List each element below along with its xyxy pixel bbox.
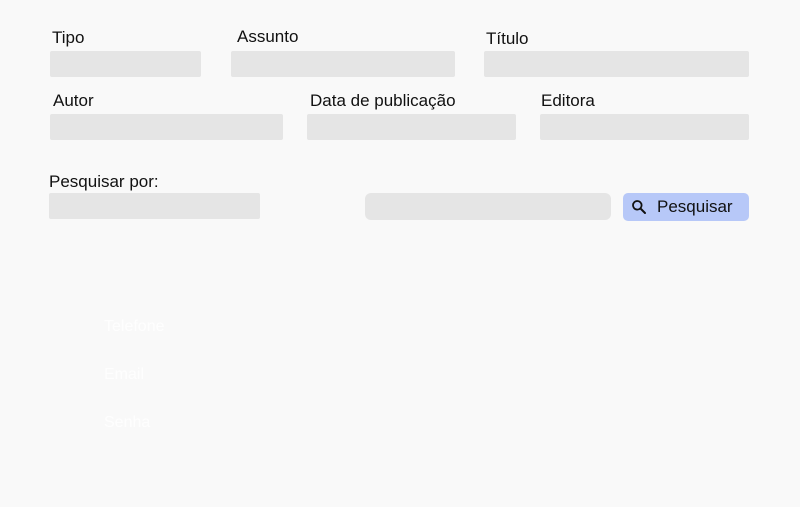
search-button[interactable]: Pesquisar <box>623 193 749 221</box>
editora-label: Editora <box>541 91 595 110</box>
search-by-label: Pesquisar por: <box>49 172 159 191</box>
data-publicacao-label: Data de publicação <box>310 91 456 110</box>
assunto-field[interactable] <box>231 51 455 77</box>
senha-label: Senha <box>104 414 151 431</box>
editora-field[interactable] <box>540 114 749 140</box>
autor-field[interactable] <box>50 114 283 140</box>
autor-label: Autor <box>53 91 94 110</box>
email-label: Email <box>104 366 145 383</box>
search-input[interactable] <box>365 193 611 220</box>
search-button-label: Pesquisar <box>657 197 733 216</box>
tipo-field[interactable] <box>50 51 201 77</box>
search-by-field[interactable] <box>49 193 260 219</box>
data-publicacao-field[interactable] <box>307 114 516 140</box>
titulo-label: Título <box>486 29 529 48</box>
telefone-label: Telefone <box>104 318 165 335</box>
titulo-field[interactable] <box>484 51 749 77</box>
tipo-label: Tipo <box>52 28 85 47</box>
search-icon <box>631 199 647 215</box>
assunto-label: Assunto <box>237 27 299 46</box>
